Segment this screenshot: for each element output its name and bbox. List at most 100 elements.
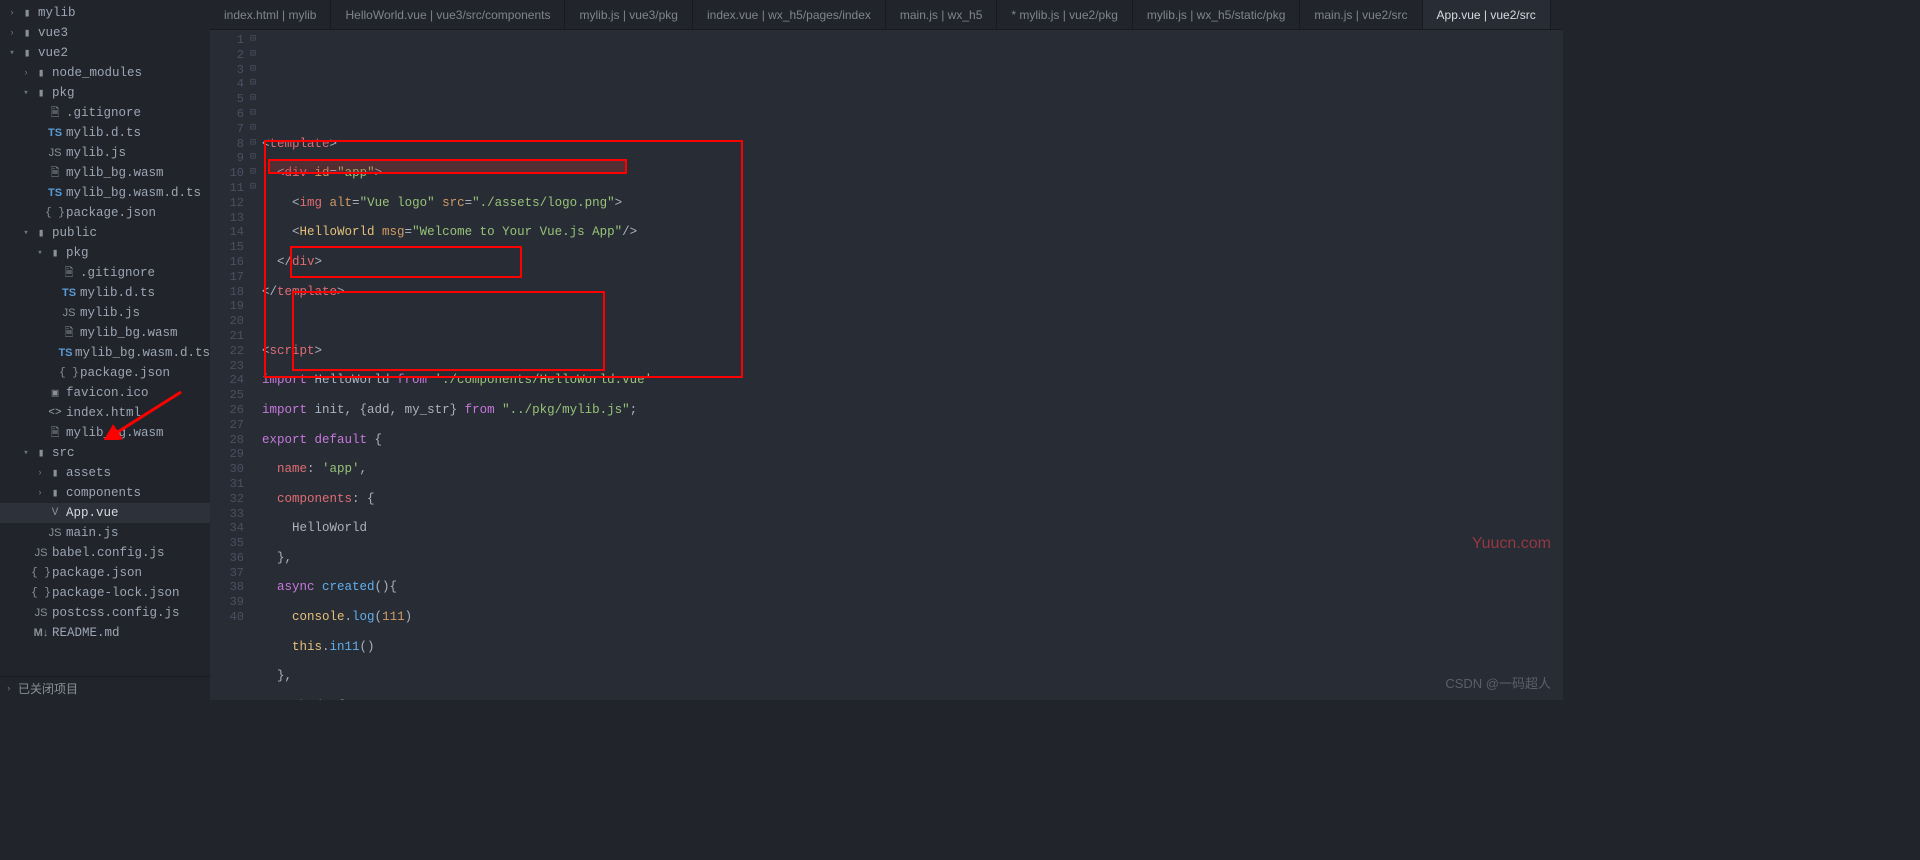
code-content[interactable]: <template> <div id="app"> <img alt="Vue … <box>262 30 1557 700</box>
tree-item[interactable]: TSmylib.d.ts <box>0 283 210 303</box>
tree-item[interactable]: VApp.vue <box>0 503 210 523</box>
editor-tab[interactable]: App.vue | vue2/src <box>1423 0 1551 29</box>
chevron-right-icon: › <box>20 68 32 78</box>
md-icon: M↓ <box>32 627 50 639</box>
tree-item[interactable]: ▾▮vue2 <box>0 43 210 63</box>
tree-item[interactable]: JSmylib.js <box>0 143 210 163</box>
tree-item[interactable]: 🗎mylib_bg.wasm <box>0 323 210 343</box>
file-icon: 🗎 <box>60 324 78 343</box>
folder-icon: ▮ <box>46 466 64 480</box>
chevron-right-icon: › <box>34 488 46 498</box>
chevron-down-icon: ▾ <box>20 448 32 458</box>
editor-tabs[interactable]: index.html | mylibHelloWorld.vue | vue3/… <box>210 0 1563 30</box>
js-icon: JS <box>46 527 64 539</box>
tree-item[interactable]: { }package.json <box>0 203 210 223</box>
editor-tab[interactable]: main.js | vue2/src <box>1300 0 1422 29</box>
code-editor[interactable]: 1234567891011121314151617181920212223242… <box>210 30 1563 700</box>
highlight-box-methods <box>292 291 605 371</box>
editor-tab[interactable]: * mylib.js | vue2/pkg <box>997 0 1133 29</box>
tree-item-label: components <box>66 486 141 500</box>
tree-item[interactable]: ▣favicon.ico <box>0 383 210 403</box>
tree-item-label: src <box>52 446 75 460</box>
tree-item-label: assets <box>66 466 111 480</box>
tree-item[interactable]: ›▮node_modules <box>0 63 210 83</box>
editor-tab[interactable]: HelloWorld.vue | vue3/src/components <box>331 0 565 29</box>
file-tree[interactable]: ›▮mylib›▮vue3▾▮vue2›▮node_modules▾▮pkg🗎.… <box>0 0 210 676</box>
tree-item-label: package.json <box>52 566 142 580</box>
watermark-top: Yuucn.com <box>1472 535 1551 553</box>
chevron-down-icon: ▾ <box>20 88 32 98</box>
app-root: ›▮mylib›▮vue3▾▮vue2›▮node_modules▾▮pkg🗎.… <box>0 0 1563 700</box>
editor-tab[interactable]: index.html | mylib <box>210 0 331 29</box>
chevron-down-icon: ▾ <box>6 48 18 58</box>
tree-item[interactable]: ›▮components <box>0 483 210 503</box>
folder-icon: ▮ <box>32 66 50 80</box>
json-icon: { } <box>32 567 50 579</box>
minimap[interactable] <box>1557 30 1563 700</box>
tree-item[interactable]: { }package.json <box>0 563 210 583</box>
tree-item[interactable]: ▾▮public <box>0 223 210 243</box>
watermark-bottom: CSDN @一码超人 <box>1445 673 1551 692</box>
chevron-right-icon: › <box>6 8 18 18</box>
folder-icon: ▮ <box>46 486 64 500</box>
tree-item[interactable]: 🗎.gitignore <box>0 103 210 123</box>
tree-item-label: mylib.js <box>66 146 126 160</box>
tree-item-label: public <box>52 226 97 240</box>
json-icon: { } <box>60 367 78 379</box>
tree-item-label: package.json <box>66 206 156 220</box>
fold-column[interactable]: ⊟⊟⊟⊟⊟⊟⊟⊟⊟⊟⊟ <box>250 30 262 700</box>
tree-item[interactable]: <>index.html <box>0 403 210 423</box>
line-number-gutter: 1234567891011121314151617181920212223242… <box>210 30 250 700</box>
chevron-right-icon: › <box>6 684 18 694</box>
tree-item-label: pkg <box>66 246 89 260</box>
tree-item[interactable]: { }package.json <box>0 363 210 383</box>
tree-item[interactable]: ▾▮src <box>0 443 210 463</box>
tree-item[interactable]: ▾▮pkg <box>0 243 210 263</box>
editor-tab[interactable]: mylib.js | wx_h5/static/pkg <box>1133 0 1301 29</box>
tree-item[interactable]: ▾▮pkg <box>0 83 210 103</box>
json-icon: { } <box>46 207 64 219</box>
tree-item[interactable]: 🗎mylib_bg.wasm <box>0 423 210 443</box>
tree-item-label: package-lock.json <box>52 586 180 600</box>
tree-item[interactable]: M↓README.md <box>0 623 210 643</box>
tree-item[interactable]: JSmain.js <box>0 523 210 543</box>
tree-item[interactable]: TSmylib.d.ts <box>0 123 210 143</box>
tree-item[interactable]: JSmylib.js <box>0 303 210 323</box>
tree-item[interactable]: JSpostcss.config.js <box>0 603 210 623</box>
img-icon: ▣ <box>46 386 64 400</box>
editor-tab[interactable]: main.js | wx_h5 <box>886 0 997 29</box>
vue-icon: V <box>46 507 64 519</box>
tree-item-label: mylib_bg.wasm.d.ts <box>75 346 210 360</box>
editor-tab[interactable]: mylib.js | vue3/pkg <box>565 0 693 29</box>
tree-item[interactable]: ›▮mylib <box>0 3 210 23</box>
tree-item-label: mylib_bg.wasm.d.ts <box>66 186 201 200</box>
tree-item-label: vue2 <box>38 46 68 60</box>
tree-item[interactable]: 🗎.gitignore <box>0 263 210 283</box>
js-icon: JS <box>32 607 50 619</box>
tree-item-label: babel.config.js <box>52 546 165 560</box>
file-icon: 🗎 <box>46 424 64 443</box>
chevron-right-icon: › <box>34 468 46 478</box>
folder-open-icon: ▮ <box>32 446 50 460</box>
json-icon: { } <box>32 587 50 599</box>
tree-item-label: mylib_bg.wasm <box>66 166 164 180</box>
tree-item-label: mylib.d.ts <box>66 126 141 140</box>
tree-item-label: mylib_bg.wasm <box>66 426 164 440</box>
tree-item-label: README.md <box>52 626 120 640</box>
tree-item[interactable]: ›▮vue3 <box>0 23 210 43</box>
tree-item[interactable]: TSmylib_bg.wasm.d.ts <box>0 183 210 203</box>
editor-tab[interactable]: index.vue | wx_h5/pages/index <box>693 0 886 29</box>
folder-open-icon: ▮ <box>18 46 36 60</box>
folder-open-icon: ▮ <box>46 246 64 260</box>
html-icon: <> <box>46 407 64 419</box>
tree-item[interactable]: 🗎mylib_bg.wasm <box>0 163 210 183</box>
tree-item[interactable]: ›▮assets <box>0 463 210 483</box>
folder-icon: ▮ <box>18 6 36 20</box>
file-icon: 🗎 <box>46 104 64 123</box>
closed-projects-section[interactable]: › 已关闭项目 <box>0 676 210 700</box>
js-icon: JS <box>60 307 78 319</box>
tree-item[interactable]: { }package-lock.json <box>0 583 210 603</box>
tree-item[interactable]: JSbabel.config.js <box>0 543 210 563</box>
tree-item[interactable]: TSmylib_bg.wasm.d.ts <box>0 343 210 363</box>
tree-item-label: mylib_bg.wasm <box>80 326 178 340</box>
